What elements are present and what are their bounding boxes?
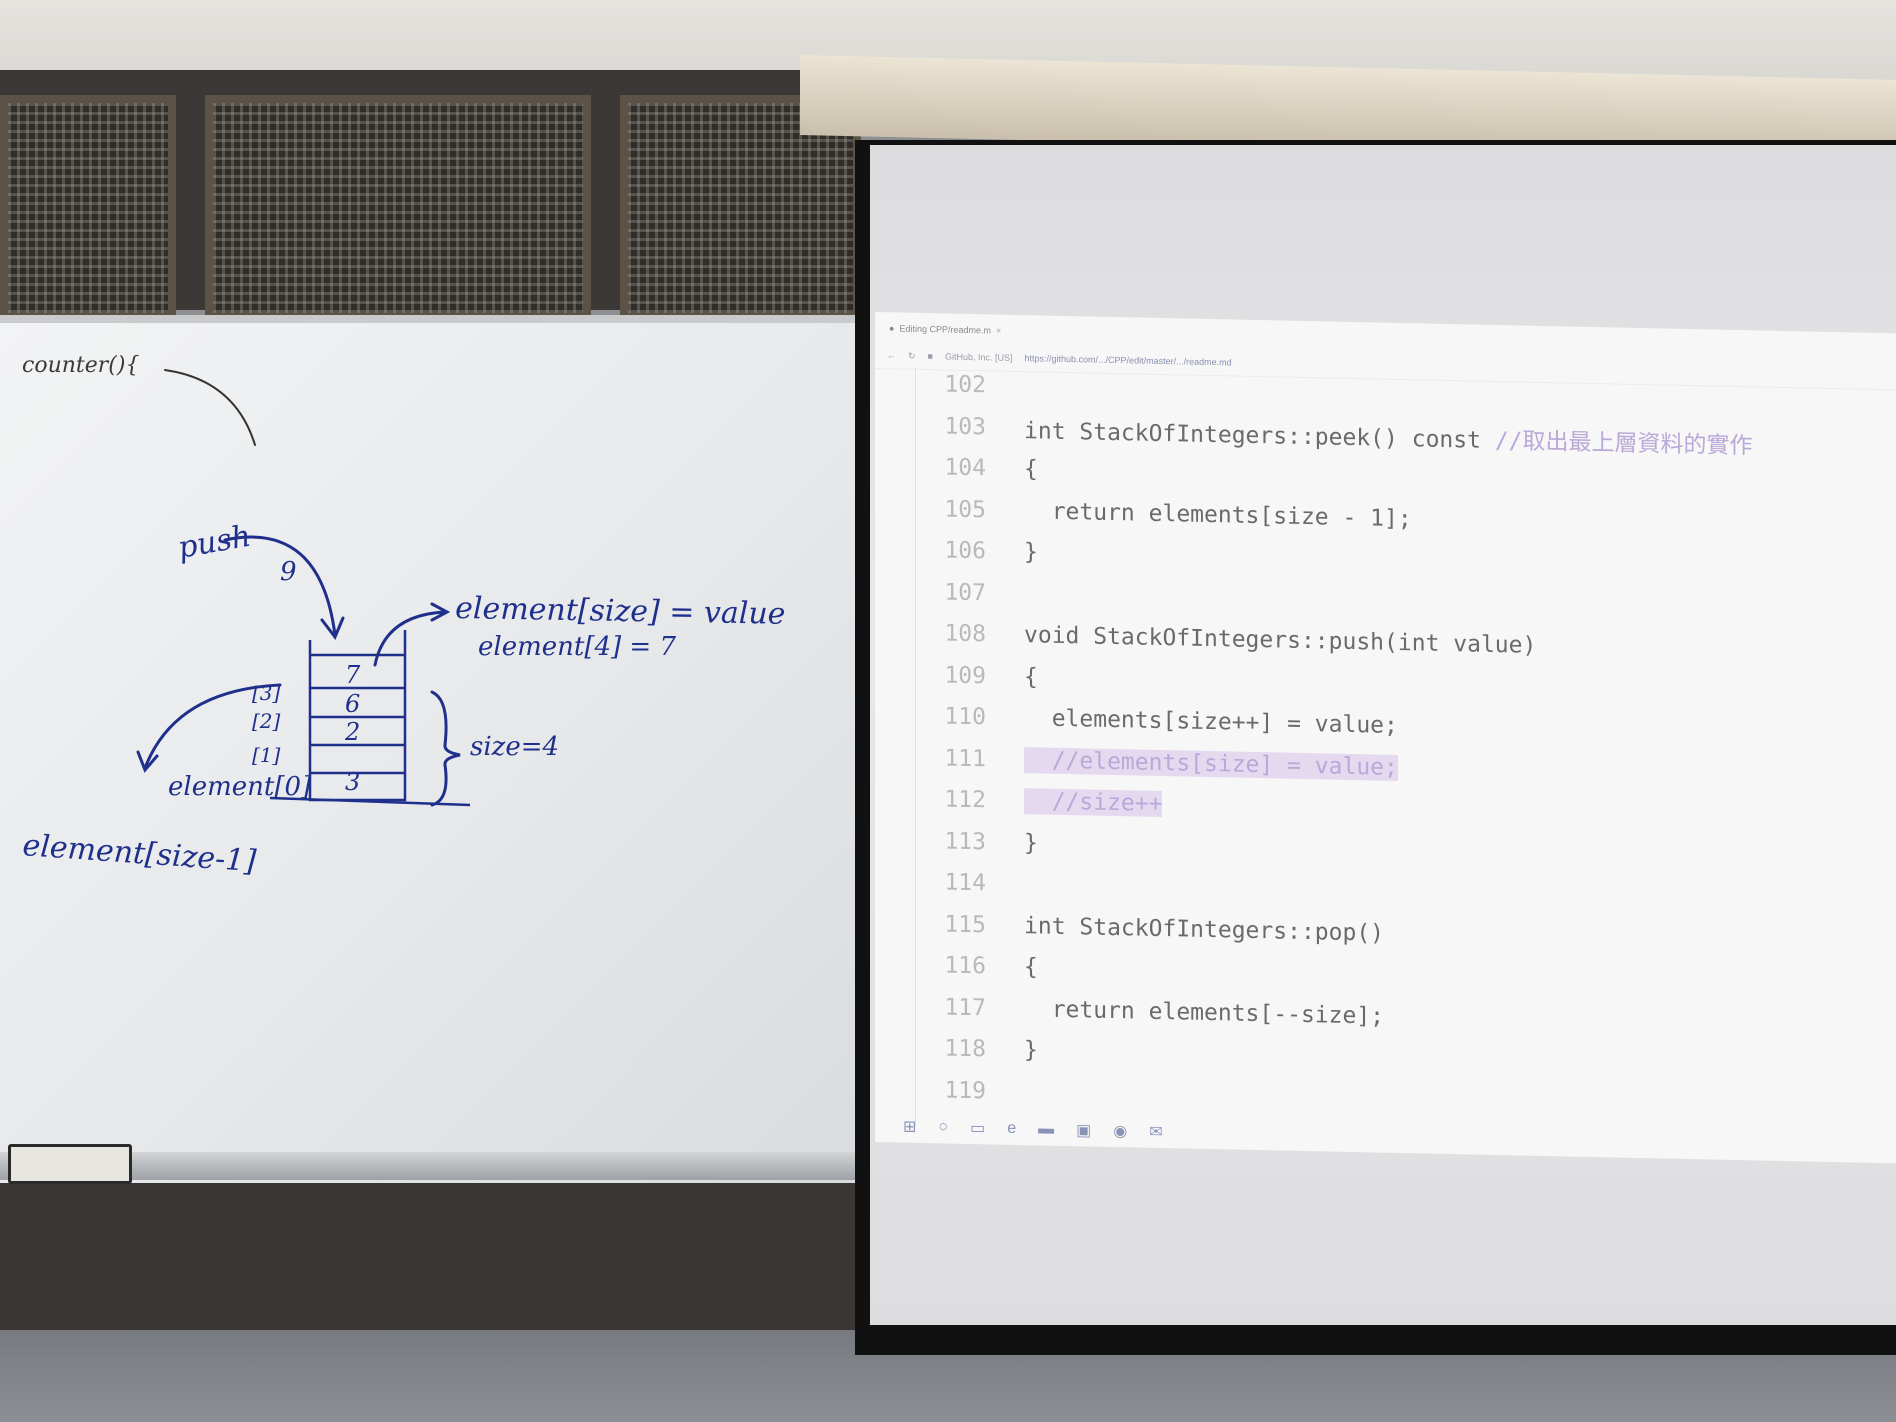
close-icon[interactable]: × — [996, 326, 1001, 336]
code-text: int StackOfIntegers::pop() — [1024, 912, 1385, 947]
line-number: 116 — [944, 952, 986, 980]
line-number: 112 — [944, 786, 986, 814]
code-text: } — [1024, 539, 1038, 566]
line-number: 110 — [944, 703, 986, 731]
task-view-icon[interactable]: ▭ — [970, 1118, 985, 1138]
line-number: 117 — [944, 993, 986, 1021]
code-text: { — [1024, 663, 1038, 690]
line-number: 118 — [944, 1035, 986, 1063]
code-text: } — [1024, 1037, 1038, 1064]
code-text: //size++ — [1024, 788, 1163, 818]
line-number: 108 — [944, 620, 986, 648]
line-number: 105 — [944, 495, 986, 523]
site-identity: GitHub, Inc. [US] — [944, 351, 1013, 363]
windows-icon[interactable]: ⊞ — [903, 1117, 916, 1137]
store-icon[interactable]: ▣ — [1076, 1120, 1091, 1140]
code-editor[interactable]: 102103 int StackOfIntegers::peek() const … — [915, 366, 1896, 1148]
tab-title: Editing CPP/readme.m — [899, 323, 991, 336]
line-number: 104 — [944, 454, 986, 482]
line-number: 109 — [944, 661, 986, 689]
whiteboard-eraser — [8, 1144, 132, 1184]
code-text: { — [1024, 456, 1038, 483]
folder-icon[interactable]: ▬ — [1038, 1120, 1054, 1138]
wall-lattice-panel — [205, 95, 591, 321]
lock-icon: ■ — [927, 351, 933, 362]
mail-icon[interactable]: ✉ — [1149, 1122, 1162, 1142]
chrome-icon[interactable]: ◉ — [1113, 1121, 1127, 1141]
code-text: return elements[size - 1]; — [1024, 497, 1412, 532]
search-icon[interactable]: ○ — [938, 1118, 948, 1136]
wall-lattice-panel — [0, 95, 176, 321]
projected-browser: ● Editing CPP/readme.m × ← ↻ ■ GitHub, I… — [875, 312, 1896, 1164]
line-number: 114 — [944, 869, 986, 897]
line-number: 119 — [944, 1076, 986, 1104]
code-text: return elements[--size]; — [1024, 995, 1385, 1030]
code-text: int StackOfIntegers::peek() const //取出最上… — [1024, 417, 1753, 459]
browser-tab[interactable]: ● Editing CPP/readme.m × — [889, 318, 1049, 341]
code-text: elements[size++] = value; — [1024, 705, 1398, 739]
code-comment: //取出最上層資料的實作 — [1494, 427, 1753, 459]
url-text[interactable]: https://github.com/.../CPP/edit/master/.… — [1025, 353, 1232, 367]
code-text: void StackOfIntegers::push(int value) — [1024, 622, 1537, 659]
code-text: //elements[size] = value; — [1024, 746, 1398, 781]
back-icon[interactable]: ← — [887, 350, 896, 360]
code-text: } — [1024, 829, 1038, 856]
edge-icon[interactable]: e — [1007, 1120, 1016, 1138]
code-text: { — [1024, 954, 1038, 981]
line-number: 111 — [944, 744, 986, 772]
line-number: 102 — [944, 371, 986, 399]
line-number: 103 — [944, 412, 986, 440]
line-number: 106 — [944, 537, 986, 565]
line-number: 107 — [944, 578, 986, 606]
line-number: 113 — [944, 827, 986, 855]
line-number: 115 — [944, 910, 986, 938]
reload-icon[interactable]: ↻ — [908, 350, 916, 361]
github-icon: ● — [889, 323, 895, 334]
whiteboard — [0, 315, 868, 1183]
